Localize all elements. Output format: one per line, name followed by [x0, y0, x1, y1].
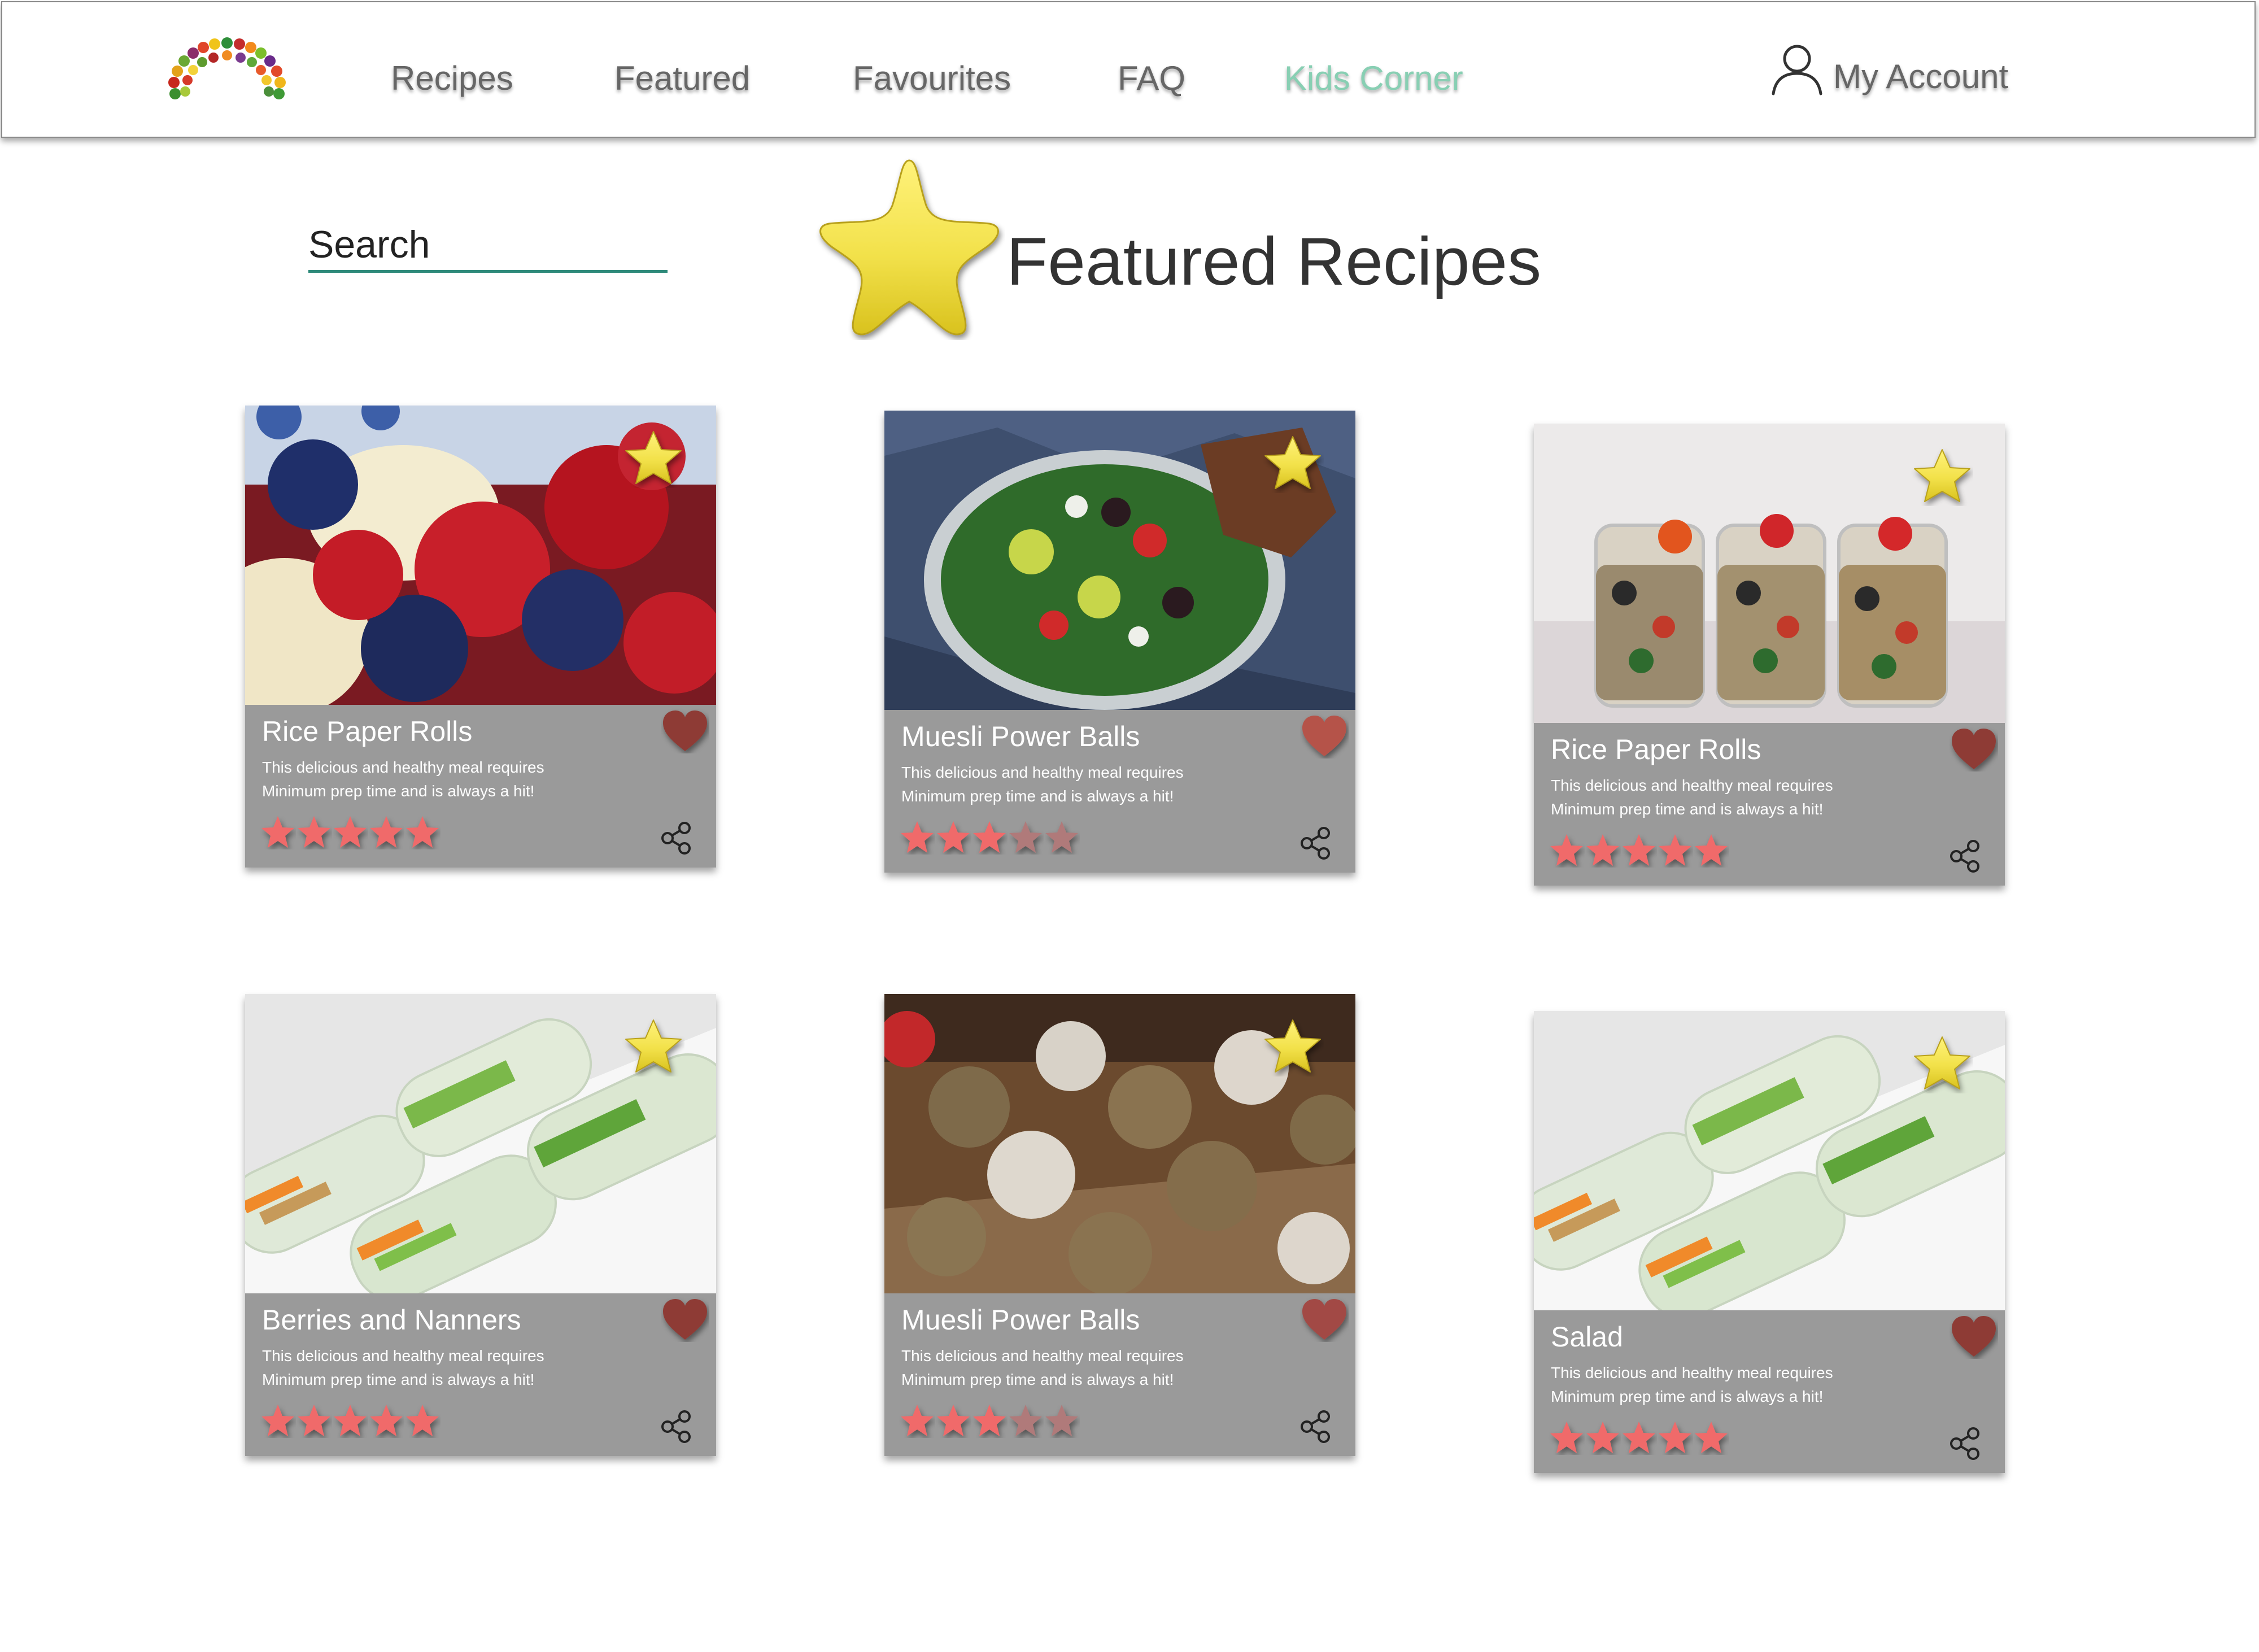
share-icon[interactable] [658, 820, 695, 856]
rating-star-icon [1659, 1422, 1691, 1453]
rating-star-icon [1586, 834, 1619, 866]
recipe-title: Salad [1551, 1321, 1623, 1353]
rainbow-fruit-logo[interactable] [165, 30, 289, 104]
nav-kids-corner[interactable]: Kids Corner [1284, 59, 1463, 98]
heart-icon[interactable] [661, 1297, 709, 1342]
recipe-description-line: Minimum prep time and is always a hit! [262, 782, 535, 800]
rating-star-icon [901, 1405, 934, 1436]
user-icon [1772, 45, 1822, 95]
featured-star-icon [625, 1019, 682, 1073]
recipe-description-line: Minimum prep time and is always a hit! [1551, 800, 1824, 818]
recipe-description: This delicious and healthy meal requires… [262, 756, 544, 803]
rating-star-icon [1009, 821, 1042, 853]
featured-star-icon [1914, 1036, 1970, 1089]
recipe-description: This delicious and healthy meal requires… [901, 1344, 1184, 1392]
featured-star-icon [1264, 1019, 1321, 1073]
rating-star-icon [937, 821, 970, 853]
my-account-label: My Account [1833, 58, 2009, 95]
rating-star-icon [1045, 1405, 1078, 1436]
rating-star-icon [1550, 834, 1583, 866]
featured-star-icon [1264, 436, 1321, 489]
rating-star-icon [261, 816, 294, 848]
share-icon[interactable] [1298, 1409, 1334, 1445]
rating-star-icon [973, 1405, 1006, 1436]
rating-star-icon [261, 1405, 294, 1436]
rating-star-icon [298, 816, 330, 848]
recipe-description: This delicious and healthy meal requires… [262, 1344, 544, 1392]
recipe-description-line: This delicious and healthy meal requires [1551, 777, 1833, 794]
my-account-link[interactable]: My Account [1770, 42, 2008, 96]
share-icon[interactable] [658, 1409, 695, 1445]
recipe-card[interactable]: Rice Paper Rolls This delicious and heal… [1534, 424, 2005, 886]
recipe-description-line: This delicious and healthy meal requires [901, 764, 1184, 781]
share-icon[interactable] [1947, 1426, 1983, 1462]
recipe-title: Berries and Nanners [262, 1304, 521, 1336]
star-rating [899, 820, 1080, 855]
rating-star-icon [370, 1405, 403, 1436]
recipe-description-line: Minimum prep time and is always a hit! [901, 1371, 1174, 1388]
recipe-description-line: This delicious and healthy meal requires [262, 759, 544, 776]
recipe-card[interactable]: Muesli Power Balls This delicious and he… [884, 994, 1355, 1456]
recipe-description: This delicious and healthy meal requires… [1551, 1361, 1833, 1409]
rating-star-icon [1009, 1405, 1042, 1436]
star-icon [819, 159, 999, 335]
heart-icon[interactable] [1300, 713, 1349, 759]
nav-faq[interactable]: FAQ [1118, 59, 1185, 98]
recipe-card[interactable]: Muesli Power Balls This delicious and he… [884, 411, 1355, 873]
share-icon[interactable] [1947, 838, 1983, 874]
recipe-title: Muesli Power Balls [901, 721, 1140, 752]
recipe-description-line: Minimum prep time and is always a hit! [1551, 1388, 1824, 1405]
rating-star-icon [1623, 834, 1655, 866]
star-rating [260, 1403, 441, 1438]
rating-star-icon [937, 1405, 970, 1436]
nav-featured[interactable]: Featured [614, 59, 750, 98]
rating-star-icon [901, 821, 934, 853]
heart-icon[interactable] [661, 708, 709, 753]
rating-star-icon [1695, 834, 1728, 866]
rating-star-icon [1550, 1422, 1583, 1453]
star-rating [1549, 832, 1729, 868]
rating-star-icon [1659, 834, 1691, 866]
star-rating [260, 814, 441, 849]
recipe-description-line: This delicious and healthy meal requires [901, 1347, 1184, 1365]
featured-star-icon [1914, 449, 1970, 502]
rating-star-icon [1586, 1422, 1619, 1453]
rating-star-icon [334, 1405, 367, 1436]
rating-star-icon [334, 816, 367, 848]
share-icon[interactable] [1298, 825, 1334, 861]
recipe-card[interactable]: Salad This delicious and healthy meal re… [1534, 1011, 2005, 1473]
heart-icon[interactable] [1950, 1314, 1998, 1359]
nav-recipes[interactable]: Recipes [391, 59, 513, 98]
featured-star-icon [625, 431, 682, 484]
rating-star-icon [406, 816, 439, 848]
recipe-description-line: Minimum prep time and is always a hit! [901, 787, 1174, 805]
heart-icon[interactable] [1300, 1297, 1349, 1342]
rating-star-icon [406, 1405, 439, 1436]
recipe-title: Muesli Power Balls [901, 1304, 1140, 1336]
page-title: Featured Recipes [1006, 224, 1542, 299]
recipe-card[interactable]: Rice Paper Rolls This delicious and heal… [245, 406, 716, 868]
rating-star-icon [1695, 1422, 1728, 1453]
rating-star-icon [298, 1405, 330, 1436]
nav-favourites[interactable]: Favourites [853, 59, 1011, 98]
rating-star-icon [1623, 1422, 1655, 1453]
heart-icon[interactable] [1950, 726, 1998, 771]
recipe-description: This delicious and healthy meal requires… [901, 761, 1184, 808]
recipe-title: Rice Paper Rolls [262, 716, 473, 747]
recipe-card[interactable]: Berries and Nanners This delicious and h… [245, 994, 716, 1456]
rating-star-icon [1045, 821, 1078, 853]
top-nav-bar: Recipes Featured Favourites FAQ Kids Cor… [1, 1, 2256, 138]
rating-star-icon [973, 821, 1006, 853]
recipe-description: This delicious and healthy meal requires… [1551, 774, 1833, 821]
recipe-description-line: This delicious and healthy meal requires [262, 1347, 544, 1365]
search-input[interactable] [308, 219, 668, 273]
recipe-description-line: Minimum prep time and is always a hit! [262, 1371, 535, 1388]
star-rating [1549, 1420, 1729, 1455]
rating-star-icon [370, 816, 403, 848]
recipe-title: Rice Paper Rolls [1551, 734, 1761, 765]
star-rating [899, 1403, 1080, 1438]
recipe-description-line: This delicious and healthy meal requires [1551, 1364, 1833, 1381]
